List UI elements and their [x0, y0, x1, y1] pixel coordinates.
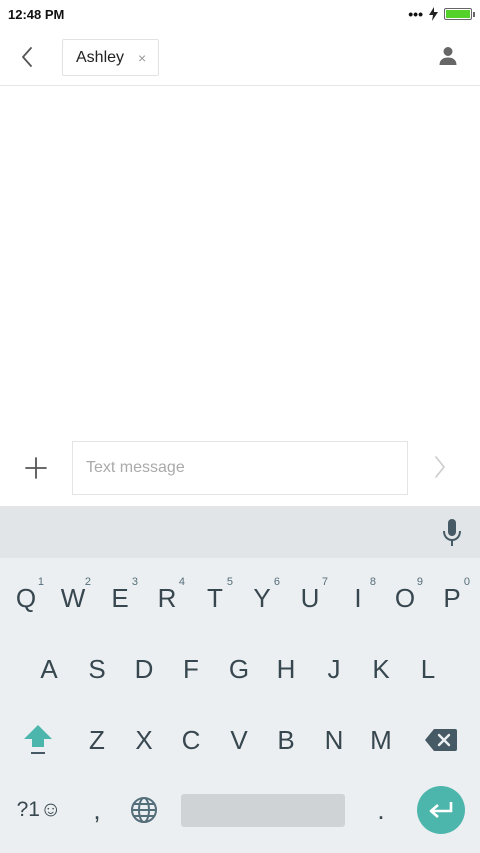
back-button[interactable]	[12, 40, 42, 74]
shift-arrow-icon	[24, 725, 52, 754]
key-n[interactable]: N	[310, 710, 358, 770]
plus-icon	[25, 457, 47, 479]
message-list[interactable]	[0, 86, 480, 436]
key-o[interactable]: O9	[381, 568, 429, 628]
recipient-name: Ashley	[76, 48, 125, 66]
chevron-right-icon	[435, 456, 445, 478]
key-hint: 3	[131, 576, 138, 588]
add-attachment-button[interactable]	[22, 454, 50, 482]
key-hint: 8	[369, 576, 376, 588]
signal-dots: •••	[408, 6, 423, 22]
key-y[interactable]: Y6	[238, 568, 286, 628]
status-bar: 12:48 PM •••	[0, 0, 480, 28]
chevron-left-icon	[22, 47, 32, 67]
remove-recipient-icon[interactable]: ×	[138, 51, 146, 65]
key-x[interactable]: X	[120, 710, 168, 770]
key-e[interactable]: E3	[96, 568, 144, 628]
person-icon	[439, 47, 457, 65]
backspace-key[interactable]	[417, 710, 465, 770]
microphone-icon	[443, 519, 461, 546]
period-key[interactable]: .	[357, 780, 405, 840]
send-button[interactable]	[434, 456, 454, 482]
status-icons: •••	[408, 6, 475, 22]
key-a[interactable]: A	[25, 639, 73, 699]
status-time: 12:48 PM	[8, 6, 65, 22]
key-u[interactable]: U7	[286, 568, 334, 628]
key-hint: 7	[321, 576, 328, 588]
key-hint: 2	[84, 576, 91, 588]
symbols-key[interactable]: ?1☺	[12, 780, 66, 840]
suggestion-bar	[0, 506, 480, 558]
key-j[interactable]: J	[310, 639, 358, 699]
soft-keyboard: Q1 W2 E3 R4 T5 Y6 U7 I8 O9 P0 A S D F G …	[0, 506, 480, 853]
key-l[interactable]: L	[404, 639, 452, 699]
key-d[interactable]: D	[120, 639, 168, 699]
conversation-header: Ashley ×	[0, 28, 480, 86]
key-b[interactable]: B	[262, 710, 310, 770]
key-m[interactable]: M	[357, 710, 405, 770]
enter-key[interactable]	[417, 786, 465, 834]
key-k[interactable]: K	[357, 639, 405, 699]
battery-icon	[444, 8, 475, 20]
key-v[interactable]: V	[215, 710, 263, 770]
recipient-chip[interactable]: Ashley ×	[62, 39, 160, 76]
key-t[interactable]: T5	[191, 568, 239, 628]
comma-key[interactable]: ,	[73, 780, 121, 840]
key-w[interactable]: W2	[49, 568, 97, 628]
key-i[interactable]: I8	[334, 568, 382, 628]
key-s[interactable]: S	[73, 639, 121, 699]
key-q[interactable]: Q1	[2, 568, 50, 628]
key-r[interactable]: R4	[143, 568, 191, 628]
key-c[interactable]: C	[167, 710, 215, 770]
key-hint: 0	[463, 576, 470, 588]
space-key[interactable]	[181, 794, 345, 827]
language-key[interactable]	[120, 780, 168, 840]
backspace-icon	[425, 729, 457, 751]
key-hint: 6	[273, 576, 280, 588]
key-h[interactable]: H	[262, 639, 310, 699]
contact-button[interactable]	[436, 44, 460, 68]
battery-fill	[446, 10, 470, 18]
key-z[interactable]: Z	[73, 710, 121, 770]
key-f[interactable]: F	[167, 639, 215, 699]
compose-bar	[0, 436, 480, 502]
messaging-screen: 12:48 PM ••• Ashley × Text message Q 1 W…	[0, 0, 480, 853]
key-hint: 4	[178, 576, 185, 588]
key-g[interactable]: G	[215, 639, 263, 699]
key-hint: 5	[226, 576, 233, 588]
key-hint: 1	[37, 576, 44, 588]
key-hint: 9	[416, 576, 423, 588]
key-p[interactable]: P0	[428, 568, 476, 628]
globe-icon	[131, 797, 157, 823]
shift-key[interactable]	[14, 710, 62, 770]
enter-arrow-icon	[429, 802, 453, 818]
charging-icon	[429, 7, 438, 21]
text-message-input[interactable]	[72, 441, 408, 495]
voice-input-button[interactable]	[440, 518, 464, 548]
